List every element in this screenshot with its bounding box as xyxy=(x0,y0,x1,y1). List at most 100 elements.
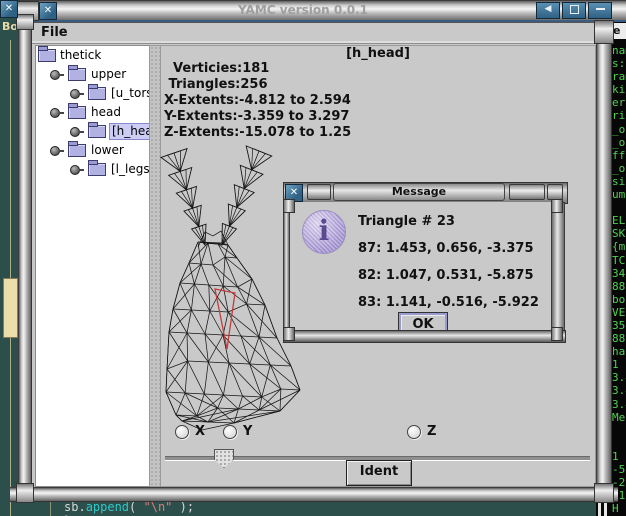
terminal-line: ram xyxy=(612,70,626,83)
terminal-line: siz xyxy=(612,175,626,188)
terminal-lines: nams:ramkinertris_of_offfs_ofsizume ELSK… xyxy=(612,44,626,515)
frame-joint-bl xyxy=(16,483,34,503)
tree-item-u_torso[interactable]: [u_torso] xyxy=(36,85,150,103)
terminal-line: 3.4 xyxy=(612,398,626,411)
tree-expand-icon[interactable] xyxy=(50,108,60,118)
stat-line: X-Extents:-4.812 to 2.594 xyxy=(164,93,351,109)
axis-radio-group: X Y Z xyxy=(161,424,595,442)
code-token: ( xyxy=(129,500,143,514)
code-line: sb.append( "\n" ); xyxy=(64,500,194,514)
tree-item-label: [l_legs] xyxy=(109,162,151,177)
terminal-line: ris xyxy=(612,109,626,122)
frame-joint-tl xyxy=(16,14,34,30)
radio-label: Y xyxy=(243,424,252,439)
tree-expand-icon[interactable] xyxy=(70,89,80,99)
terminal-line: H xyxy=(612,502,626,515)
dialog-message-line: Triangle # 23 xyxy=(358,208,539,235)
shade-icon[interactable]: ◀ xyxy=(536,2,560,19)
frame-pipe-bottom xyxy=(10,487,618,502)
axis-radio-x[interactable]: X xyxy=(175,424,205,439)
folder-icon xyxy=(88,87,106,100)
terminal-line: 88 xyxy=(612,280,626,293)
stat-line: Z-Extents:-15.078 to 1.25 xyxy=(164,125,351,141)
folder-icon xyxy=(88,125,106,138)
ident-button[interactable]: Ident xyxy=(346,460,412,486)
radio-icon[interactable] xyxy=(407,425,421,439)
code-token: sb. xyxy=(64,500,86,514)
frame-pipe-right xyxy=(596,22,612,500)
code-token: "\n" xyxy=(144,500,173,514)
tree-item-l_legs[interactable]: [l_legs] xyxy=(36,161,150,179)
info-icon: i xyxy=(302,210,346,254)
terminal-line: SK xyxy=(612,227,626,240)
selected-node-title: [h_head] xyxy=(161,46,595,61)
terminal-line: 3.4 xyxy=(612,384,626,397)
folder-icon xyxy=(88,163,106,176)
code-lines: sb.append( "\n" );} xyxy=(64,500,194,516)
terminal-line: 3.4 xyxy=(612,371,626,384)
folder-icon xyxy=(68,68,86,81)
tree-item-label: lower xyxy=(89,143,126,158)
app-close-icon[interactable]: ✕ xyxy=(39,2,57,20)
dialog-pipe-segment xyxy=(307,184,331,200)
tree-expand-icon[interactable] xyxy=(50,146,60,156)
dialog-message: Triangle # 2387: 1.453, 0.656, -3.37582:… xyxy=(358,208,539,316)
menubar: File xyxy=(31,23,597,44)
screen: Bo nams:ramkinertris_of_offfs_ofsizume E… xyxy=(0,0,626,516)
tree-item-upper[interactable]: upper xyxy=(36,66,150,84)
terminal-line: ha xyxy=(612,345,626,358)
radio-icon[interactable] xyxy=(223,425,237,439)
titlebar-accent-line xyxy=(16,20,626,22)
tree-item-head[interactable]: head xyxy=(36,104,150,122)
terminal-line: Mes xyxy=(612,411,626,424)
tree-item-h_head[interactable]: [h_head] xyxy=(36,123,150,141)
radio-label: X xyxy=(195,424,205,439)
frame-joint-tr xyxy=(594,20,614,44)
stat-line: Triangles:256 xyxy=(164,77,351,93)
terminal-line: s: xyxy=(612,57,626,70)
background-left-window: Bo xyxy=(0,0,18,516)
folder-icon xyxy=(38,49,56,62)
background-code-editor: sb.append( "\n" );} xyxy=(16,500,596,516)
dialog-body: i Triangle # 2387: 1.453, 0.656, -3.3758… xyxy=(287,202,562,330)
terminal-line: kin xyxy=(612,83,626,96)
dialog-pipe-segment xyxy=(547,184,563,200)
menu-file[interactable]: File xyxy=(41,25,68,40)
tree-expand-icon[interactable] xyxy=(50,70,60,80)
close-icon[interactable]: ✕ xyxy=(0,0,18,18)
left-window-scrollbar-thumb[interactable] xyxy=(3,278,18,338)
tree-item-lower[interactable]: lower xyxy=(36,142,150,160)
terminal-line xyxy=(612,201,626,214)
slider-thumb[interactable] xyxy=(214,449,234,468)
radio-icon[interactable] xyxy=(175,425,189,439)
radio-label: Z xyxy=(427,424,436,439)
code-token: ); xyxy=(172,500,194,514)
axis-radio-z[interactable]: Z xyxy=(407,424,436,439)
tree-item-thetick[interactable]: thetick xyxy=(36,47,150,65)
terminal-line: _of xyxy=(612,136,626,149)
maximize-icon[interactable] xyxy=(562,2,586,19)
window-title: YAMC version 0.0.1 xyxy=(238,3,368,17)
frame-pipe-left xyxy=(18,14,32,500)
dialog-frame-right xyxy=(551,202,565,332)
tree-item-label: [h_head] xyxy=(109,123,151,140)
terminal-line: -5. xyxy=(612,463,626,476)
dialog-pipe-segment xyxy=(509,184,545,200)
terminal-line: 34 xyxy=(612,267,626,280)
tree-expand-icon[interactable] xyxy=(70,127,80,137)
terminal-line: EL xyxy=(612,214,626,227)
iconify-icon[interactable] xyxy=(588,2,612,19)
tree-item-label: thetick xyxy=(58,48,103,63)
terminal-line: ume xyxy=(612,188,626,201)
dialog-title: Message xyxy=(333,183,505,201)
dialog-message-line: 87: 1.453, 0.656, -3.375 xyxy=(358,235,539,262)
axis-radio-y[interactable]: Y xyxy=(223,424,252,439)
terminal-line: 35 xyxy=(612,319,626,332)
window-buttons: ◀ xyxy=(536,2,612,18)
stat-line: Y-Extents:-3.359 to 3.297 xyxy=(164,109,351,125)
code-token: append xyxy=(86,500,129,514)
tree-expand-icon[interactable] xyxy=(70,165,80,175)
model-tree[interactable]: thetick upper[u_torso]head[h_head]lower [l… xyxy=(35,45,151,487)
dialog-message-line: 83: 1.141, -0.516, -5.922 xyxy=(358,289,539,316)
folder-icon xyxy=(68,144,86,157)
